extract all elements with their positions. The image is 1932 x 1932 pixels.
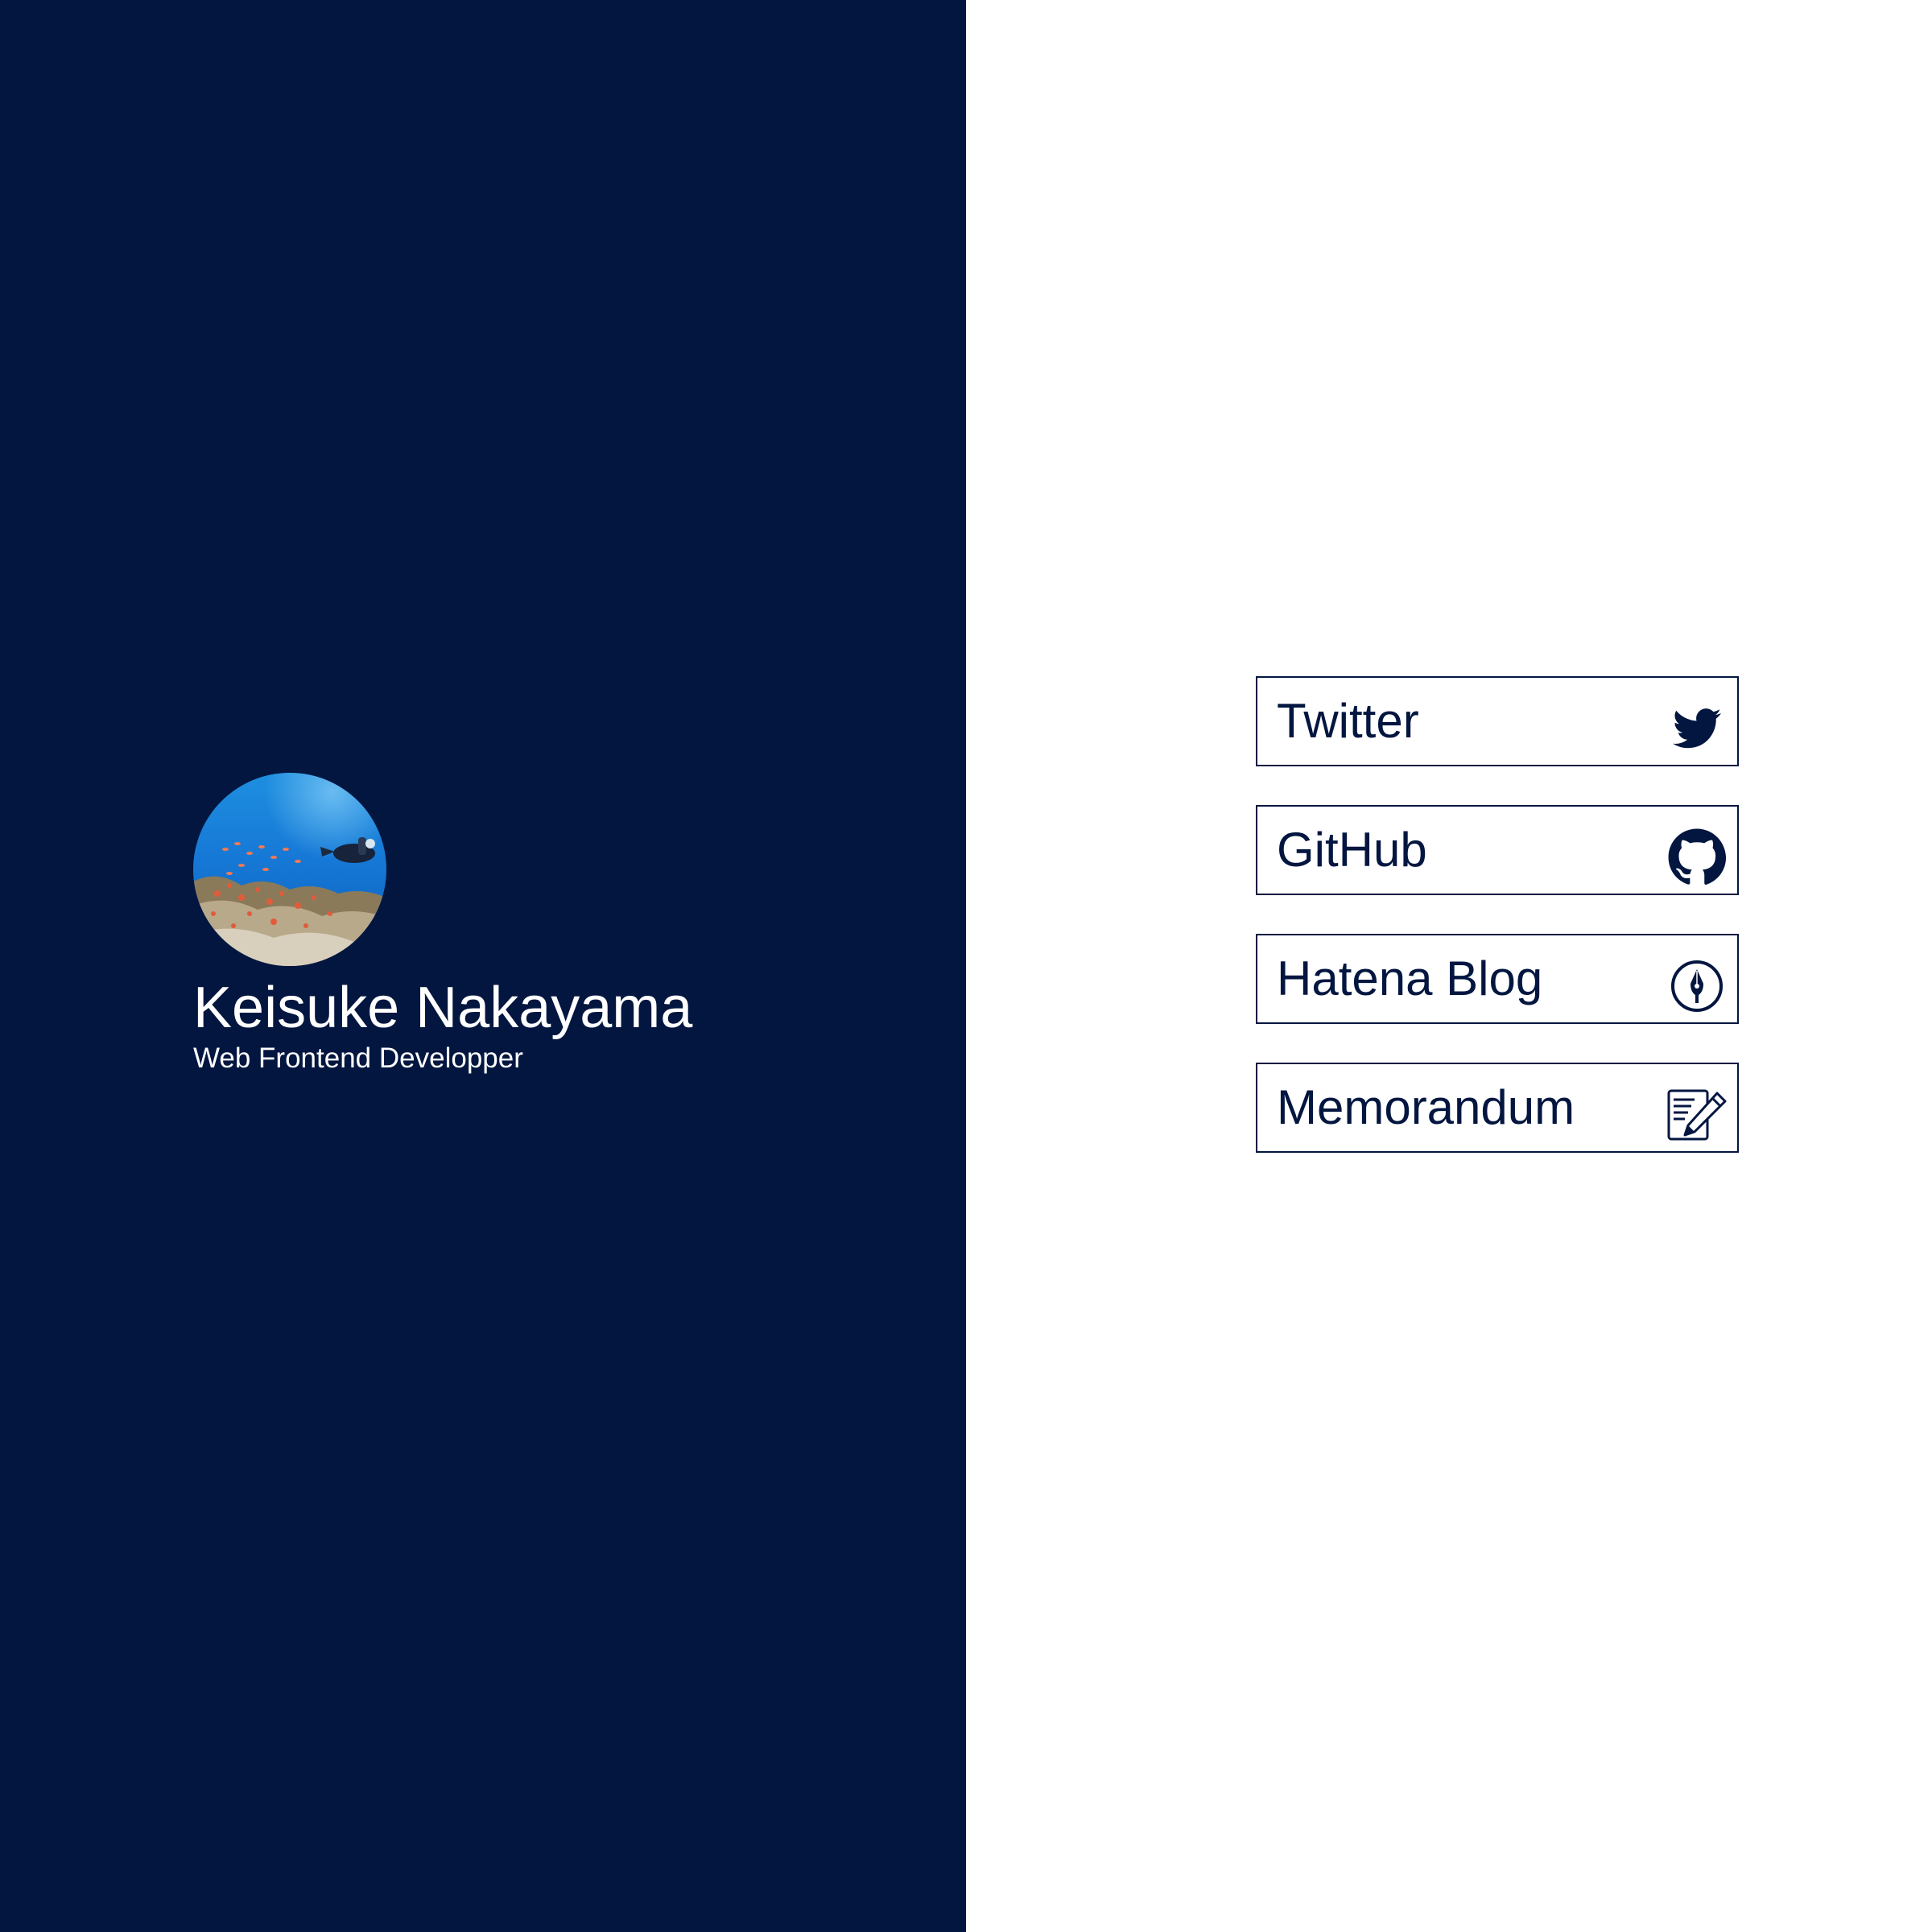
twitter-link-button[interactable]: Twitter: [1256, 676, 1739, 766]
hatena-blog-link-button[interactable]: Hatena Blog: [1256, 934, 1739, 1024]
avatar-photo: [193, 773, 386, 966]
links-list: Twitter GitHub Hatena Blog Memorandum: [1256, 676, 1739, 1191]
github-link-button[interactable]: GitHub: [1256, 805, 1739, 895]
memo-pencil-icon: [1663, 1081, 1731, 1149]
twitter-bird-icon: [1663, 695, 1731, 762]
links-panel: Twitter GitHub Hatena Blog Memorandum: [966, 0, 1932, 1932]
profile-panel: Keisuke Nakayama Web Frontend Developper: [0, 0, 966, 1932]
profile-name: Keisuke Nakayama: [193, 976, 693, 1040]
link-label: Twitter: [1277, 694, 1419, 748]
link-label: Hatena Blog: [1277, 952, 1543, 1005]
link-label: GitHub: [1277, 823, 1427, 877]
github-octocat-icon: [1663, 824, 1731, 891]
profile-block: Keisuke Nakayama Web Frontend Developper: [193, 773, 692, 1075]
memorandum-link-button[interactable]: Memorandum: [1256, 1063, 1739, 1153]
page: Keisuke Nakayama Web Frontend Developper…: [0, 0, 1932, 1932]
link-label: Memorandum: [1277, 1080, 1575, 1134]
pen-nib-circle-icon: [1663, 952, 1731, 1020]
profile-role: Web Frontend Developper: [193, 1042, 523, 1074]
avatar: [193, 773, 386, 966]
